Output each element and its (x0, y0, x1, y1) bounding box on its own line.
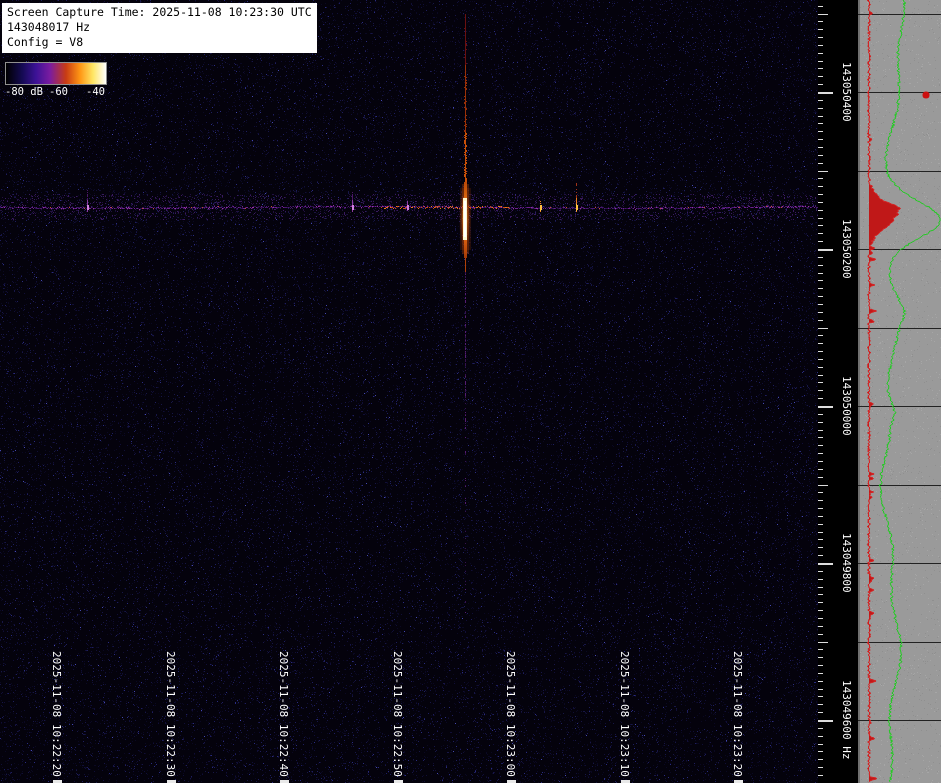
capture-info-box: Screen Capture Time: 2025-11-08 10:23:30… (2, 3, 317, 53)
center-frequency-line: 143048017 Hz (7, 20, 312, 35)
freq-axis-label: 143050000 (840, 376, 853, 436)
time-axis-label: 2025-11-08 10:23:20 (731, 651, 744, 777)
waterfall-app: Screen Capture Time: 2025-11-08 10:23:30… (0, 0, 941, 783)
spectrum-side-panel (858, 0, 941, 783)
legend-max-label: -40 (86, 86, 105, 98)
legend-min-label: -80 dB (5, 86, 43, 98)
colormap-labels: -80 dB -60 -40 (5, 86, 107, 99)
freq-axis-label: 143049600 Hz (840, 680, 853, 759)
freq-axis-label: 143050400 (840, 62, 853, 122)
config-line: Config = V8 (7, 35, 312, 50)
freq-axis-label: 143049800 (840, 533, 853, 593)
frequency-axis-ticks (818, 0, 838, 783)
time-axis-label: 2025-11-08 10:22:50 (391, 651, 404, 777)
colormap-gradient-bar (5, 62, 107, 85)
capture-time-line: Screen Capture Time: 2025-11-08 10:23:30… (7, 5, 312, 20)
time-axis-label: 2025-11-08 10:22:20 (50, 651, 63, 777)
spectrogram-canvas (0, 0, 818, 783)
time-axis-label: 2025-11-08 10:22:30 (164, 651, 177, 777)
time-axis-label: 2025-11-08 10:22:40 (277, 651, 290, 777)
freq-axis-label: 143050200 (840, 219, 853, 279)
time-axis-label: 2025-11-08 10:23:00 (504, 651, 517, 777)
legend-mid-label: -60 (49, 86, 68, 98)
db-color-scale: -80 dB -60 -40 (5, 62, 107, 99)
time-axis-label: 2025-11-08 10:23:10 (618, 651, 631, 777)
